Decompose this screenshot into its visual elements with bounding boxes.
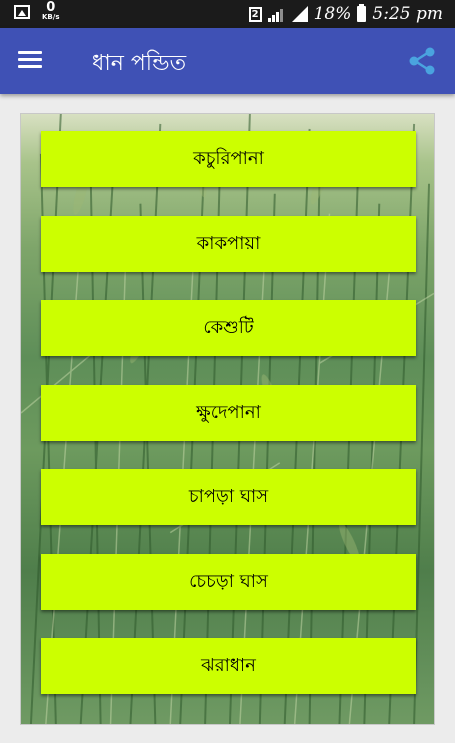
data-speed-indicator: 0 KB/s <box>42 1 59 21</box>
weed-button-chapra-ghas[interactable]: চাপড়া ঘাস <box>41 469 416 525</box>
battery-percent: 18% <box>313 4 352 24</box>
signal-icon <box>267 6 286 22</box>
weed-button-keshuti[interactable]: কেশুটি <box>41 300 416 356</box>
weed-button-checra-ghas[interactable]: চেচড়া ঘাস <box>41 554 416 610</box>
weed-list-panel: কচুরিপানা কাকপায়া কেশুটি ক্ষুদেপানা চাপ… <box>20 113 435 725</box>
weed-button-khudepana[interactable]: ক্ষুদেপানা <box>41 385 416 441</box>
sim-icon: 2 <box>248 6 262 22</box>
weed-button-kakpaya[interactable]: কাকপায়া <box>41 216 416 272</box>
app-title: ধান পন্ডিত <box>92 51 187 76</box>
weed-button-kochuripana[interactable]: কচুরিপানা <box>41 131 416 187</box>
status-bar: 0 KB/s 2 18% 5:25 pm <box>0 0 455 28</box>
network-icon <box>291 6 308 22</box>
share-icon[interactable] <box>407 46 437 76</box>
gallery-notification-icon <box>14 5 30 19</box>
hamburger-menu-icon[interactable] <box>18 51 42 69</box>
clock: 5:25 pm <box>372 4 443 24</box>
data-speed-unit: KB/s <box>42 13 60 21</box>
app-bar: ধান পন্ডিত <box>0 28 455 94</box>
battery-icon <box>357 4 367 22</box>
weed-button-jharadhan[interactable]: ঝরাধান <box>41 638 416 694</box>
